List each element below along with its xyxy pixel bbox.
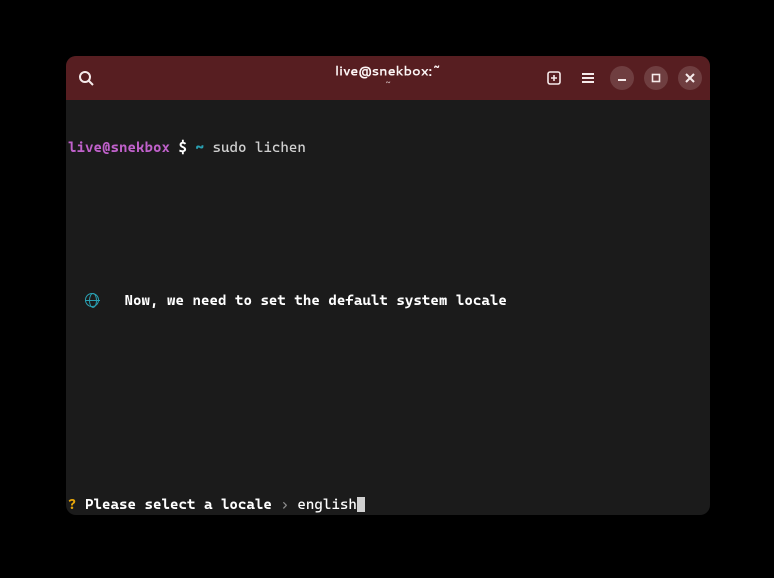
cursor	[357, 497, 365, 512]
hamburger-menu-icon[interactable]	[576, 66, 600, 90]
globe-icon	[85, 293, 99, 307]
step-message: Now, we need to set the default system l…	[125, 293, 507, 309]
question-mark: ?	[68, 497, 77, 513]
window-title: live@snekbox:~ ~	[335, 64, 441, 93]
terminal-content[interactable]: live@snekbox $ ~ sudo lichen Now, we nee…	[66, 100, 710, 515]
user-host: live@snekbox	[68, 140, 170, 156]
question-line[interactable]: ? Please select a locale › english	[68, 497, 708, 514]
command-text: sudo lichen	[212, 140, 305, 156]
new-tab-icon[interactable]	[542, 66, 566, 90]
maximize-button[interactable]	[644, 66, 668, 90]
search-icon[interactable]	[74, 66, 98, 90]
question-prompt: Please select a locale	[85, 497, 272, 513]
filter-input[interactable]: english	[297, 497, 356, 513]
minimize-button[interactable]	[610, 66, 634, 90]
title-subtitle: ~	[335, 80, 441, 92]
prompt-line: live@snekbox $ ~ sudo lichen	[68, 140, 708, 157]
terminal-window: live@snekbox:~ ~	[66, 56, 710, 515]
prompt-char: $	[178, 140, 187, 156]
step-line: Now, we need to set the default system l…	[68, 293, 708, 310]
close-button[interactable]	[678, 66, 702, 90]
question-arrow: ›	[280, 497, 289, 513]
tilde: ~	[195, 140, 204, 156]
titlebar: live@snekbox:~ ~	[66, 56, 710, 100]
